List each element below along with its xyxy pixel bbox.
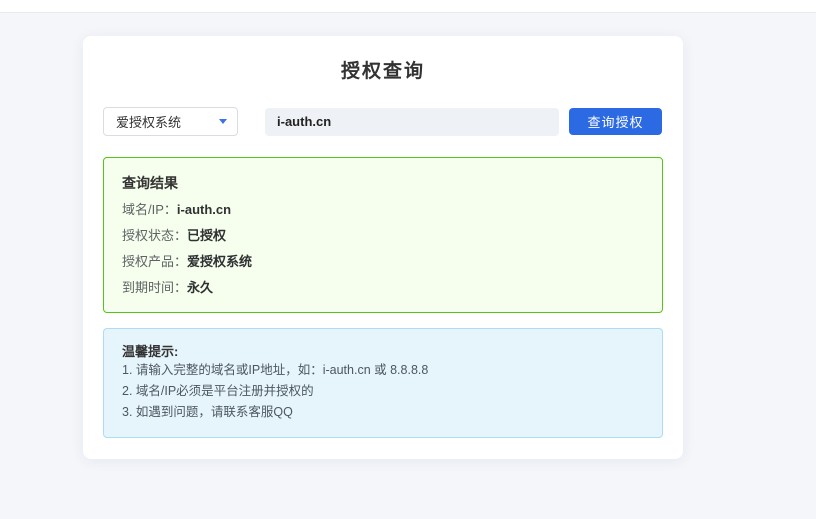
result-row-product: 授权产品：爱授权系统 <box>122 253 644 270</box>
result-row-status: 授权状态：已授权 <box>122 227 644 244</box>
result-label: 授权状态： <box>122 228 187 243</box>
tip-item-2: 2. 域名/IP必须是平台注册并授权的 <box>122 381 644 402</box>
page-title: 授权查询 <box>103 61 663 82</box>
product-select-value: 爱授权系统 <box>116 112 181 131</box>
result-heading: 查询结果 <box>122 174 644 192</box>
result-value: 爱授权系统 <box>187 254 252 269</box>
result-value: 永久 <box>187 280 213 295</box>
product-select[interactable]: 爱授权系统 <box>103 107 238 136</box>
auth-query-card: 授权查询 爱授权系统 查询授权 查询结果 域名/IP：i-auth.cn 授权状… <box>83 36 683 459</box>
chevron-down-icon <box>219 119 227 124</box>
tips-box: 温馨提示: 1. 请输入完整的域名或IP地址，如：i-auth.cn 或 8.8… <box>103 328 663 438</box>
tip-item-3: 3. 如遇到问题，请联系客服QQ <box>122 402 644 423</box>
result-row-expiry: 到期时间：永久 <box>122 279 644 296</box>
query-button[interactable]: 查询授权 <box>569 108 662 135</box>
top-bar <box>0 0 816 13</box>
query-result-box: 查询结果 域名/IP：i-auth.cn 授权状态：已授权 授权产品：爱授权系统… <box>103 157 663 313</box>
domain-input[interactable] <box>265 108 559 136</box>
result-label: 到期时间： <box>122 280 187 295</box>
result-row-domain: 域名/IP：i-auth.cn <box>122 201 644 218</box>
result-value: 已授权 <box>187 228 226 243</box>
result-label: 授权产品： <box>122 254 187 269</box>
tip-item-1: 1. 请输入完整的域名或IP地址，如：i-auth.cn 或 8.8.8.8 <box>122 360 644 381</box>
result-value: i-auth.cn <box>177 202 231 217</box>
tips-heading: 温馨提示: <box>122 343 644 360</box>
result-label: 域名/IP： <box>122 202 177 217</box>
page-background: 授权查询 爱授权系统 查询授权 查询结果 域名/IP：i-auth.cn 授权状… <box>0 13 816 459</box>
query-form: 爱授权系统 查询授权 <box>103 107 663 136</box>
